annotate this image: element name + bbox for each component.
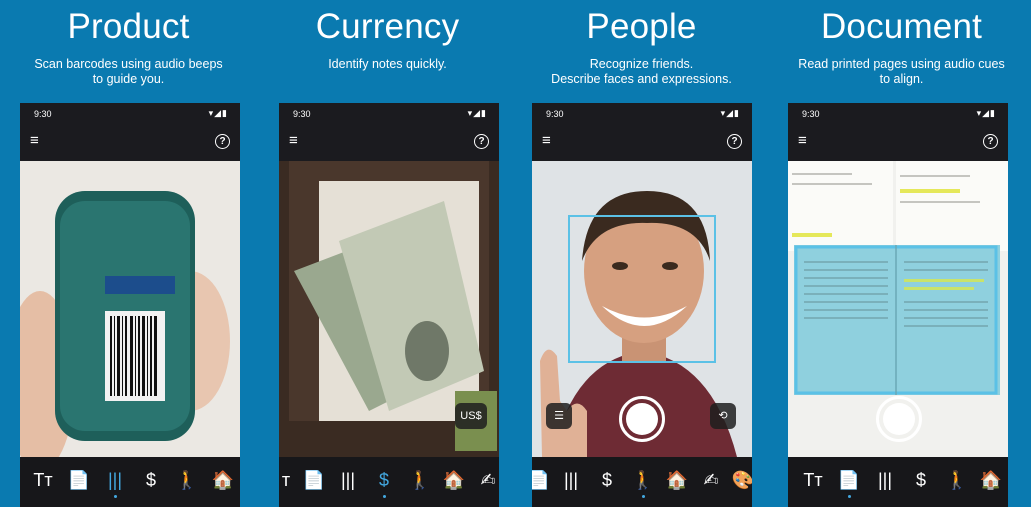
mode-tab-bar: Tт 📄 ||| $ 🚶 🏠 — [788, 457, 1008, 507]
tab-person[interactable]: 🚶 — [172, 467, 202, 493]
phone-screen: 9:30 ▾◢▮ ≡ ? US$ т 📄 ||| $ 🚶 🏠 ✍ — [279, 103, 499, 507]
mode-tab-bar: 📄 ||| $ 🚶 🏠 ✍ 🎨 — [532, 457, 752, 507]
tab-person[interactable]: 🚶 — [942, 467, 972, 493]
tab-handwriting[interactable]: ✍ — [473, 467, 499, 493]
status-time: 9:30 — [34, 109, 52, 119]
status-bar: 9:30 ▾◢▮ — [788, 103, 1008, 125]
menu-icon[interactable]: ≡ — [30, 133, 44, 148]
capture-button[interactable] — [619, 396, 665, 442]
menu-icon[interactable]: ≡ — [542, 133, 556, 148]
status-bar: 9:30 ▾◢▮ — [279, 103, 499, 125]
phone-screen: 9:30 ▾◢▮ ≡ ? ☰ ⟲ 📄 ||| $ 🚶 🏠 ✍ 🎨 — [532, 103, 752, 507]
tab-product[interactable]: ||| — [333, 467, 363, 493]
phone-screen: 9:30 ▾◢▮ ≡ ? Tт 📄 ||| $ 🚶 🏠 — [788, 103, 1008, 507]
panel-product: Product Scan barcodes using audio beeps … — [0, 0, 257, 507]
menu-icon[interactable]: ≡ — [289, 133, 303, 148]
tab-document[interactable]: 📄 — [532, 467, 554, 493]
status-time: 9:30 — [802, 109, 820, 119]
tab-currency[interactable]: $ — [592, 467, 622, 493]
status-bar: 9:30 ▾◢▮ — [532, 103, 752, 125]
tab-currency[interactable]: $ — [369, 467, 399, 493]
status-icons: ▾◢▮ — [208, 108, 228, 118]
tab-currency[interactable]: $ — [136, 467, 166, 493]
mode-tab-bar: т 📄 ||| $ 🚶 🏠 ✍ — [279, 457, 499, 507]
camera-view — [788, 161, 1008, 457]
app-bar: ≡ ? — [20, 125, 240, 161]
panel-title: Product — [67, 7, 190, 46]
tab-document[interactable]: 📄 — [64, 467, 94, 493]
tab-currency[interactable]: $ — [906, 467, 936, 493]
app-bar: ≡ ? — [532, 125, 752, 161]
panel-currency: Currency Identify notes quickly. 9:30 ▾◢… — [259, 0, 516, 507]
help-icon[interactable]: ? — [727, 134, 742, 149]
app-bar: ≡ ? — [279, 125, 499, 161]
panel-title: Document — [820, 7, 983, 46]
status-icons: ▾◢▮ — [976, 108, 996, 118]
active-tab-indicator — [642, 495, 645, 498]
status-icons: ▾◢▮ — [467, 108, 487, 118]
status-time: 9:30 — [293, 109, 311, 119]
panel-document: Document Read printed pages using audio … — [773, 0, 1030, 507]
panel-people: People Recognize friends. Describe faces… — [513, 0, 770, 507]
capture-button[interactable] — [876, 396, 922, 442]
status-icons: ▾◢▮ — [720, 108, 740, 118]
tab-short-text[interactable]: Tт — [798, 467, 828, 493]
active-tab-indicator — [383, 495, 386, 498]
menu-icon[interactable]: ≡ — [798, 133, 812, 148]
panel-description: Scan barcodes using audio beeps to guide… — [34, 57, 223, 86]
app-bar: ≡ ? — [788, 125, 1008, 161]
camera-view: ☰ ⟲ — [532, 161, 752, 457]
tab-scene[interactable]: 🏠 — [976, 467, 1006, 493]
product-can-image — [20, 161, 240, 457]
face-list-icon[interactable]: ☰ — [546, 403, 572, 429]
tab-person[interactable]: 🚶 — [405, 467, 435, 493]
tab-scene[interactable]: 🏠 — [439, 467, 469, 493]
tab-product[interactable]: ||| — [870, 467, 900, 493]
panel-description: Read printed pages using audio cues to a… — [798, 57, 1005, 86]
status-time: 9:30 — [546, 109, 564, 119]
switch-camera-icon[interactable]: ⟲ — [710, 403, 736, 429]
status-bar: 9:30 ▾◢▮ — [20, 103, 240, 125]
tab-short-text[interactable]: т — [279, 467, 301, 493]
active-tab-indicator — [114, 495, 117, 498]
tab-product[interactable]: ||| — [556, 467, 586, 493]
tab-product[interactable]: ||| — [100, 467, 130, 493]
tab-scene[interactable]: 🏠 — [662, 467, 692, 493]
tab-handwriting[interactable]: ✍ — [696, 467, 726, 493]
tab-short-text[interactable]: Tт — [28, 467, 58, 493]
help-icon[interactable]: ? — [215, 134, 230, 149]
tab-color[interactable]: 🎨 — [728, 467, 752, 493]
phone-screen: 9:30 ▾◢▮ ≡ ? Tт 📄 ||| $ 🚶 🏠 — [20, 103, 240, 507]
panel-title: People — [586, 7, 697, 46]
panel-description: Recognize friends. Describe faces and ex… — [551, 57, 732, 86]
help-icon[interactable]: ? — [474, 134, 489, 149]
tab-document[interactable]: 📄 — [299, 467, 329, 493]
panel-title: Currency — [315, 7, 460, 46]
panel-description: Identify notes quickly. — [328, 57, 447, 71]
active-tab-indicator — [848, 495, 851, 498]
tab-document[interactable]: 📄 — [834, 467, 864, 493]
help-icon[interactable]: ? — [983, 134, 998, 149]
mode-tab-bar: Tт 📄 ||| $ 🚶 🏠 — [20, 457, 240, 507]
currency-badge: US$ — [455, 403, 487, 429]
tab-person[interactable]: 🚶 — [628, 467, 658, 493]
tab-scene[interactable]: 🏠 — [208, 467, 238, 493]
camera-view — [20, 161, 240, 457]
camera-view: US$ — [279, 161, 499, 457]
